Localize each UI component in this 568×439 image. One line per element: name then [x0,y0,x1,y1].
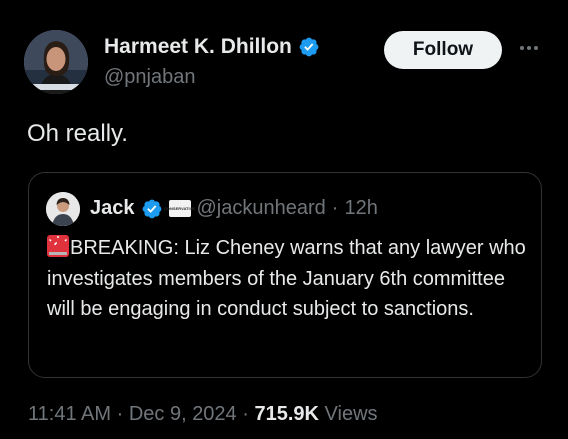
affiliation-badge-icon[interactable]: CONSERVATIVE [164,200,195,217]
views-label: Views [324,403,378,425]
rotating-light-icon [47,235,69,257]
follow-button[interactable]: Follow [384,31,502,69]
tweet-meta: 11:41 AM · Dec 9, 2024 · 715.9K Views [28,403,378,426]
separator-dot: · [242,403,249,425]
quoted-timestamp[interactable]: 12h [344,197,377,220]
separator-dot: · [116,403,124,425]
author-avatar-image [24,30,88,94]
affiliation-label: CONSERVATIVE [164,206,195,211]
author-name[interactable]: Harmeet K. Dhillon [104,35,292,59]
quoted-avatar-image [46,192,80,226]
more-options-button[interactable] [515,38,543,58]
verified-badge-icon [142,199,161,218]
author-avatar[interactable] [24,30,88,94]
author-handle[interactable]: @pnjaban [104,66,195,89]
quoted-tweet-card[interactable]: Jack CONSERVATIVE @jackunheard · 12h BRE… [28,172,542,378]
quoted-header: Jack CONSERVATIVE @jackunheard · 12h [90,197,378,220]
quoted-author-handle[interactable]: @jackunheard [197,197,326,220]
quoted-text-prefix: BREAKING: [70,237,179,259]
quoted-author-avatar[interactable] [46,192,80,226]
tweet-text: Oh really. [27,120,128,147]
more-horizontal-icon [520,46,524,50]
views-count[interactable]: 715.9K [254,403,319,425]
verified-badge-icon [299,37,319,57]
tweet-time[interactable]: 11:41 AM [28,403,111,425]
more-horizontal-icon [527,46,531,50]
quoted-author-name[interactable]: Jack [90,197,135,220]
separator-dot: · [331,197,339,219]
tweet-date[interactable]: Dec 9, 2024 [129,403,237,425]
more-horizontal-icon [534,46,538,50]
author-name-row[interactable]: Harmeet K. Dhillon [104,35,320,59]
quoted-tweet-text: BREAKING: Liz Cheney warns that any lawy… [47,233,527,325]
